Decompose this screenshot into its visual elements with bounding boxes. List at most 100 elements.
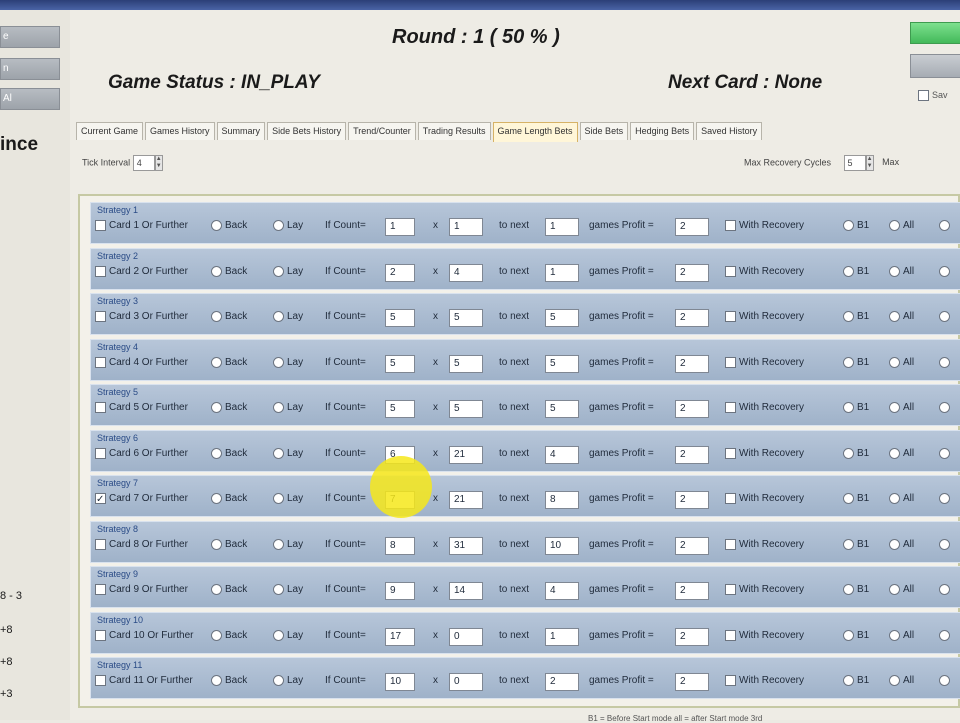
multiplier-input[interactable]: 4 bbox=[449, 263, 483, 282]
back-radio[interactable] bbox=[211, 584, 222, 595]
all-radio[interactable] bbox=[889, 311, 900, 322]
count-input[interactable]: 5 bbox=[385, 354, 415, 373]
lay-radio[interactable] bbox=[273, 538, 284, 550]
max-recovery-spinner[interactable]: ▲ ▼ bbox=[865, 155, 874, 171]
lay-option[interactable]: Lay bbox=[273, 493, 303, 504]
tab-current-game[interactable]: Current Game bbox=[76, 122, 144, 140]
b1-option[interactable]: B1 bbox=[843, 675, 869, 686]
start-button[interactable] bbox=[910, 22, 960, 44]
extra-option[interactable] bbox=[939, 265, 953, 277]
extra-radio[interactable] bbox=[939, 265, 950, 277]
max-recovery-input[interactable]: 5 bbox=[843, 155, 866, 171]
b1-radio[interactable] bbox=[843, 629, 854, 641]
next-games-input[interactable]: 2 bbox=[545, 673, 579, 691]
recovery-option[interactable]: With Recovery bbox=[725, 584, 804, 595]
lay-option[interactable]: Lay bbox=[273, 447, 303, 459]
profit-input[interactable]: 2 bbox=[675, 218, 709, 236]
recovery-option[interactable]: With Recovery bbox=[725, 493, 804, 504]
multiplier-input[interactable]: 5 bbox=[449, 400, 483, 418]
lay-radio[interactable] bbox=[273, 402, 284, 413]
b1-option[interactable]: B1 bbox=[843, 402, 869, 413]
multiplier-input[interactable]: 5 bbox=[449, 354, 483, 373]
back-option[interactable]: Back bbox=[211, 629, 247, 641]
extra-option[interactable] bbox=[939, 220, 953, 231]
profit-input[interactable]: 2 bbox=[675, 354, 709, 373]
extra-radio[interactable] bbox=[939, 675, 950, 686]
back-radio[interactable] bbox=[211, 493, 222, 504]
recovery-option[interactable]: With Recovery bbox=[725, 356, 804, 368]
count-input[interactable]: 5 bbox=[385, 309, 415, 327]
count-input[interactable]: 2 bbox=[385, 263, 415, 282]
lay-radio[interactable] bbox=[273, 356, 284, 368]
card-checkbox[interactable] bbox=[95, 402, 106, 413]
multiplier-input[interactable]: 21 bbox=[449, 445, 483, 464]
back-option[interactable]: Back bbox=[211, 356, 247, 368]
left-button-3[interactable]: Al bbox=[0, 88, 60, 110]
all-option[interactable]: All bbox=[889, 493, 914, 504]
all-radio[interactable] bbox=[889, 356, 900, 368]
multiplier-input[interactable]: 31 bbox=[449, 536, 483, 555]
back-option[interactable]: Back bbox=[211, 220, 247, 231]
next-games-input[interactable]: 1 bbox=[545, 218, 579, 236]
card-checkbox[interactable] bbox=[95, 311, 106, 322]
back-radio[interactable] bbox=[211, 675, 222, 686]
all-radio[interactable] bbox=[889, 447, 900, 459]
recovery-checkbox[interactable] bbox=[725, 265, 736, 277]
profit-input[interactable]: 2 bbox=[675, 627, 709, 646]
lay-radio[interactable] bbox=[273, 311, 284, 322]
extra-option[interactable] bbox=[939, 447, 953, 459]
b1-option[interactable]: B1 bbox=[843, 493, 869, 504]
extra-radio[interactable] bbox=[939, 584, 950, 595]
multiplier-input[interactable]: 5 bbox=[449, 309, 483, 327]
count-input[interactable]: 8 bbox=[385, 536, 415, 555]
back-option[interactable]: Back bbox=[211, 584, 247, 595]
multiplier-input[interactable]: 14 bbox=[449, 582, 483, 600]
b1-radio[interactable] bbox=[843, 356, 854, 368]
extra-radio[interactable] bbox=[939, 402, 950, 413]
profit-input[interactable]: 2 bbox=[675, 582, 709, 600]
b1-option[interactable]: B1 bbox=[843, 584, 869, 595]
card-checkbox[interactable]: ✓ bbox=[95, 493, 106, 505]
lay-option[interactable]: Lay bbox=[273, 311, 303, 322]
back-radio[interactable] bbox=[211, 220, 222, 231]
extra-radio[interactable] bbox=[939, 493, 950, 504]
b1-radio[interactable] bbox=[843, 584, 854, 595]
count-input[interactable]: 17 bbox=[385, 627, 415, 646]
all-radio[interactable] bbox=[889, 675, 900, 686]
b1-radio[interactable] bbox=[843, 311, 854, 322]
lay-option[interactable]: Lay bbox=[273, 265, 303, 277]
extra-option[interactable] bbox=[939, 675, 953, 686]
all-option[interactable]: All bbox=[889, 265, 914, 277]
back-option[interactable]: Back bbox=[211, 447, 247, 459]
all-radio[interactable] bbox=[889, 629, 900, 641]
back-radio[interactable] bbox=[211, 402, 222, 413]
all-option[interactable]: All bbox=[889, 629, 914, 641]
tab-side-bets-history[interactable]: Side Bets History bbox=[267, 122, 347, 140]
lay-option[interactable]: Lay bbox=[273, 629, 303, 641]
all-radio[interactable] bbox=[889, 493, 900, 504]
lay-radio[interactable] bbox=[273, 220, 284, 231]
left-button-2[interactable]: n bbox=[0, 58, 60, 80]
card-checkbox[interactable] bbox=[95, 629, 106, 641]
recovery-checkbox[interactable] bbox=[725, 402, 736, 413]
extra-radio[interactable] bbox=[939, 311, 950, 322]
recovery-checkbox[interactable] bbox=[725, 584, 736, 595]
extra-option[interactable] bbox=[939, 538, 953, 550]
b1-radio[interactable] bbox=[843, 447, 854, 459]
recovery-option[interactable]: With Recovery bbox=[725, 311, 804, 322]
multiplier-input[interactable]: 1 bbox=[449, 218, 483, 236]
multiplier-input[interactable]: 0 bbox=[449, 673, 483, 691]
card-option[interactable]: Card 4 Or Further bbox=[95, 356, 188, 368]
extra-option[interactable] bbox=[939, 584, 953, 595]
lay-radio[interactable] bbox=[273, 675, 284, 686]
b1-option[interactable]: B1 bbox=[843, 629, 869, 641]
card-option[interactable]: Card 6 Or Further bbox=[95, 447, 188, 459]
b1-radio[interactable] bbox=[843, 265, 854, 277]
all-option[interactable]: All bbox=[889, 584, 914, 595]
tab-games-history[interactable]: Games History bbox=[145, 122, 215, 140]
card-option[interactable]: Card 5 Or Further bbox=[95, 402, 188, 413]
back-radio[interactable] bbox=[211, 265, 222, 277]
lay-option[interactable]: Lay bbox=[273, 402, 303, 413]
extra-option[interactable] bbox=[939, 402, 953, 413]
profit-input[interactable]: 2 bbox=[675, 673, 709, 691]
